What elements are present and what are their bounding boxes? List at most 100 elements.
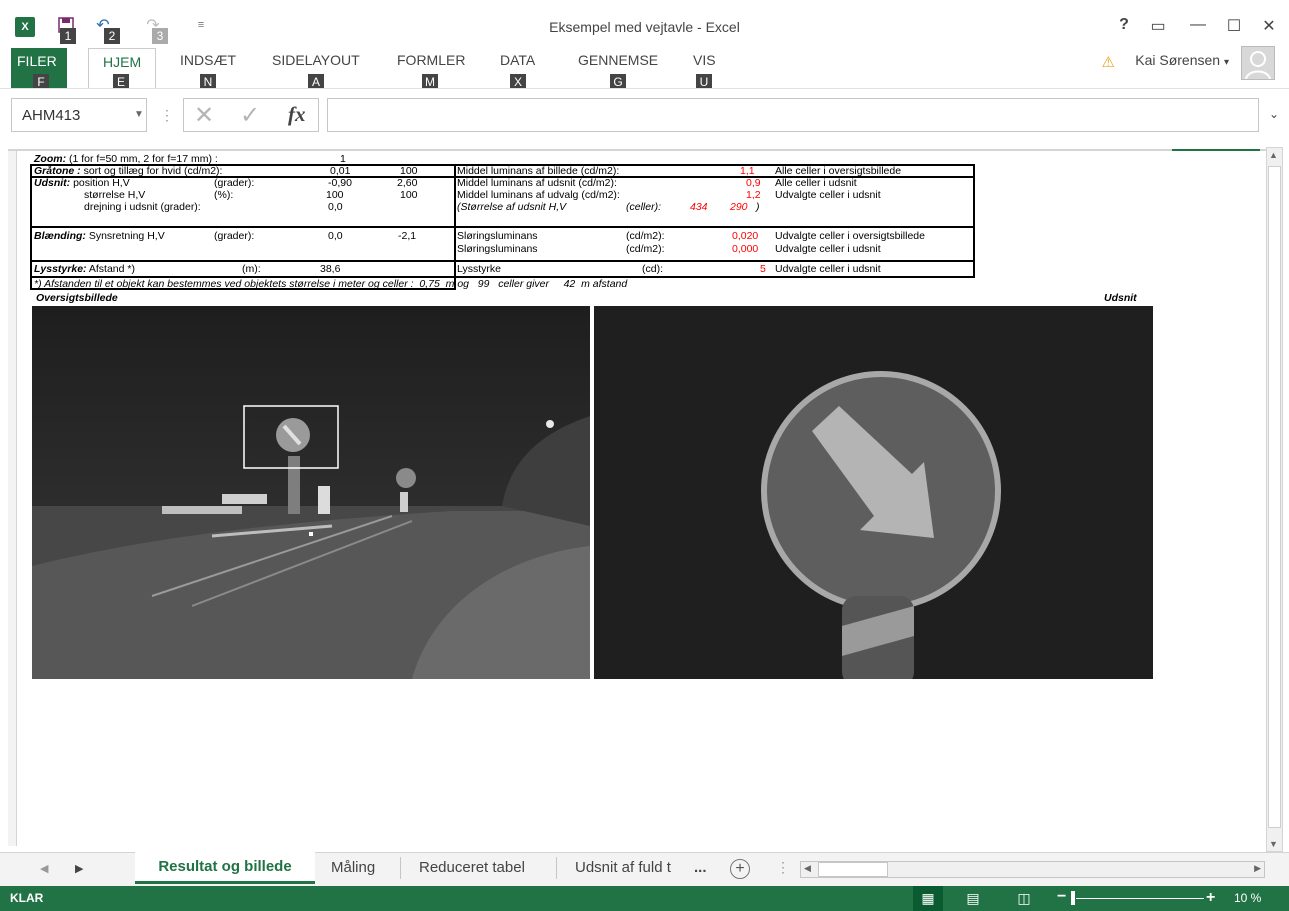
normal-view-icon[interactable]: ▦	[913, 886, 943, 911]
glare-h: 0,0	[328, 230, 343, 242]
ribbon-display-icon[interactable]: ▭	[1148, 16, 1168, 36]
next-sheet-icon[interactable]: ▶	[75, 862, 83, 875]
user-account[interactable]: Kai Sørensen ▾	[1135, 52, 1229, 68]
name-box-value: AHM413	[22, 107, 81, 124]
status-bar: KLAR ▦ ▤ ◫ − + 10 %	[0, 886, 1289, 911]
maximize-icon[interactable]: ☐	[1224, 16, 1244, 36]
sheet-tab-udsnit[interactable]: Udsnit af fuld t	[575, 853, 671, 883]
page-break-icon[interactable]: ◫	[1009, 886, 1039, 911]
cutout-size-cells-label: (Størrelse af udsnit H,V	[457, 201, 567, 213]
formula-input[interactable]	[327, 98, 1259, 132]
veiling-lum-cutout-label: Sløringsluminans	[457, 243, 538, 255]
cancel-icon[interactable]: ✕	[194, 101, 214, 130]
formula-bar-grip[interactable]: ⋮	[160, 107, 174, 124]
vertical-scroll-thumb[interactable]	[1268, 166, 1281, 828]
cutout-size-cells-v: 290	[730, 201, 748, 213]
scroll-right-icon[interactable]: ▶	[1254, 863, 1261, 874]
veiling-lum-image-note: Udvalgte celler i oversigtsbillede	[775, 230, 925, 242]
tab-review[interactable]: GENNEMSE	[578, 52, 658, 68]
name-box-dropdown-icon[interactable]: ▼	[134, 109, 144, 120]
distance-note: *) Afstanden til et objekt kan bestemmes…	[34, 278, 628, 290]
close-icon[interactable]: ✕	[1259, 16, 1279, 36]
tab-view[interactable]: VIS	[693, 52, 716, 68]
graytone-label: Gråtone : sort og tillæg for hvid (cd/m2…	[34, 165, 223, 177]
cutout-image[interactable]	[594, 306, 1153, 679]
mean-lum-cutout-value: 0,9	[746, 177, 761, 189]
veiling-lum-cutout-unit: (cd/m2):	[626, 243, 665, 255]
ribbon-tabs: FILER F HJEM E INDSÆT N SIDELAYOUT A FOR…	[0, 46, 1289, 90]
intensity-result-label: Lysstyrke	[457, 263, 501, 275]
user-name: Kai Sørensen	[1135, 52, 1221, 68]
help-icon[interactable]: ?	[1114, 16, 1134, 34]
intensity-unit: (m):	[242, 263, 261, 275]
cutout-rotation-value: 0,0	[328, 201, 343, 213]
divider	[30, 260, 975, 262]
cutout-size-cells-close: )	[756, 201, 760, 213]
expand-formula-icon[interactable]: ⌄	[1269, 107, 1279, 121]
cutout-position-unit: (grader):	[214, 177, 255, 189]
mean-lum-image-note: Alle celler i oversigtsbillede	[775, 165, 902, 177]
prev-sheet-icon[interactable]: ◀	[40, 862, 48, 875]
row-header-strip	[8, 151, 17, 846]
mean-lum-selection-value: 1,2	[746, 189, 761, 201]
cutout-size-cells-unit: (celler):	[626, 201, 662, 213]
cutout-size-cells-h: 434	[690, 201, 708, 213]
intensity-distance: 38,6	[320, 263, 341, 275]
tab-data[interactable]: DATA	[500, 52, 535, 68]
tab-page-layout[interactable]: SIDELAYOUT	[272, 52, 360, 68]
zoom-out-icon[interactable]: −	[1057, 888, 1066, 906]
fx-icon[interactable]: fx	[288, 102, 306, 127]
scroll-up-icon[interactable]: ▲	[1269, 150, 1278, 160]
cutout-caption: Udsnit	[1104, 292, 1137, 304]
scroll-down-icon[interactable]: ▼	[1269, 839, 1278, 849]
page-layout-icon[interactable]: ▤	[958, 886, 988, 911]
sheet-tab-bar: ◀ ▶ Resultat og billede Måling Reduceret…	[0, 852, 1289, 886]
tab-split-grip[interactable]: ⋮	[776, 859, 790, 876]
horizontal-scrollbar[interactable]: ◀ ▶	[800, 861, 1265, 878]
glare-label: Blænding: Synsretning H,V	[34, 230, 165, 242]
avatar-icon[interactable]	[1241, 46, 1275, 80]
cutout-position-h: -0,90	[328, 177, 352, 189]
mean-lum-image-value: 1,1	[740, 165, 755, 177]
zoom-in-icon[interactable]: +	[1206, 889, 1215, 907]
formula-buttons: ✕ ✓ fx	[183, 98, 319, 132]
minimize-icon[interactable]: —	[1188, 16, 1208, 34]
zoom-slider-thumb[interactable]	[1071, 891, 1075, 905]
intensity-result-value: 5	[760, 263, 766, 275]
veiling-lum-image-value: 0,020	[732, 230, 759, 242]
cutout-size-unit: (%):	[214, 189, 234, 201]
window-title: Eksempel med vejtavle - Excel	[549, 19, 740, 35]
cutout-size-h: 100	[326, 189, 344, 201]
enter-icon[interactable]: ✓	[240, 101, 260, 130]
veiling-lum-image-label: Sløringsluminans	[457, 230, 538, 242]
sheet-tab-maling[interactable]: Måling	[331, 853, 375, 883]
sheet-tab-active[interactable]: Resultat og billede	[135, 852, 315, 884]
overview-caption: Oversigtsbillede	[36, 292, 118, 304]
zoom-level[interactable]: 10 %	[1234, 891, 1261, 905]
graytone-black: 0,01	[330, 165, 351, 177]
tab-formulas[interactable]: FORMLER	[397, 52, 465, 68]
warning-icon: ⚠	[1101, 54, 1115, 71]
horizontal-scroll-thumb[interactable]	[818, 862, 888, 877]
overview-image[interactable]	[32, 306, 590, 679]
mean-lum-cutout-label: Middel luminans af udsnit (cd/m2):	[457, 177, 617, 189]
scroll-left-icon[interactable]: ◀	[804, 863, 811, 874]
glare-unit: (grader):	[214, 230, 255, 242]
veiling-lum-cutout-note: Udvalgte celler i udsnit	[775, 243, 881, 255]
veiling-lum-cutout-value: 0,000	[732, 243, 759, 255]
dropdown-icon: ▾	[1223, 57, 1229, 68]
add-sheet-icon[interactable]: +	[730, 859, 750, 879]
name-box[interactable]: AHM413 ▼	[11, 98, 147, 132]
sheet-tab-overflow[interactable]: ...	[694, 853, 707, 883]
zoom-slider[interactable]	[1076, 898, 1204, 899]
tab-home-label: HJEM	[103, 54, 142, 70]
cutout-size-v: 100	[400, 189, 418, 201]
sheet-tab-reduceret[interactable]: Reduceret tabel	[419, 853, 525, 883]
tab-separator	[400, 857, 401, 879]
vertical-scrollbar[interactable]: ▲ ▼	[1266, 147, 1283, 852]
column-header-strip	[8, 149, 1266, 151]
intensity-result-note: Udvalgte celler i udsnit	[775, 263, 881, 275]
intensity-result-unit: (cd):	[642, 263, 663, 275]
tab-insert[interactable]: INDSÆT	[180, 52, 236, 68]
worksheet[interactable]: Zoom: (1 for f=50 mm, 2 for f=17 mm) : 1…	[0, 142, 1289, 852]
